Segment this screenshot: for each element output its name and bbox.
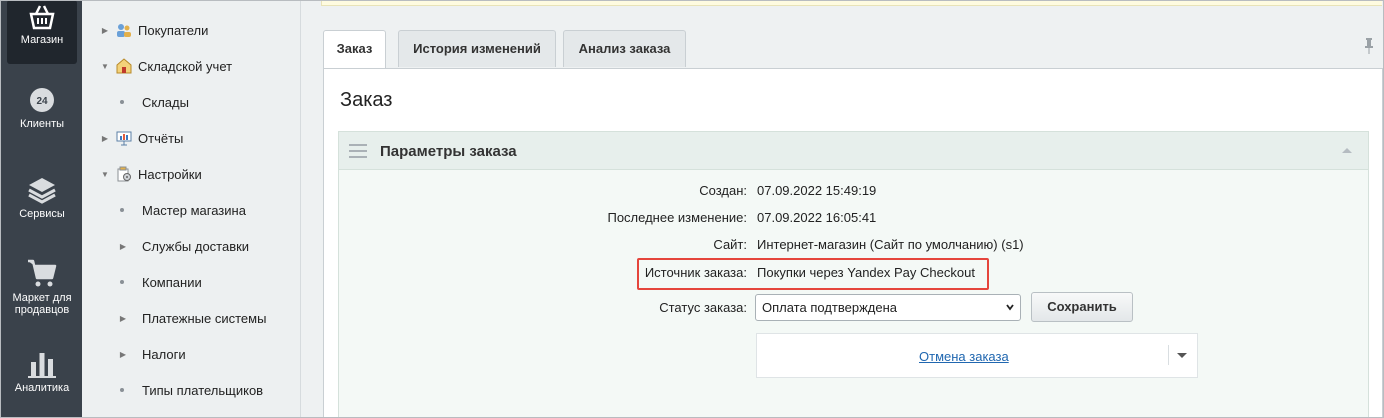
status-select-value: Оплата подтверждена: [762, 300, 897, 315]
notice-bar: [321, 0, 1382, 6]
tree-item-shop-wizard[interactable]: Мастер магазина: [82, 200, 301, 220]
cancel-order-link[interactable]: Отмена заказа: [919, 349, 1009, 364]
tab-analysis[interactable]: Анализ заказа: [563, 30, 686, 67]
rail-item-market[interactable]: Маркет для продавцов: [7, 258, 77, 322]
bullet-icon: [120, 208, 124, 212]
tree-item-customers[interactable]: ▶ Покупатели: [82, 20, 301, 40]
users-icon: [117, 24, 131, 37]
tree-item-delivery[interactable]: ▶ Службы доставки: [82, 236, 301, 256]
main-content: Заказ История изменений Анализ заказа За…: [301, 0, 1384, 418]
bullet-icon: [120, 280, 124, 284]
bullet-icon: [120, 100, 124, 104]
tree-item-settings[interactable]: ▼ Настройки: [82, 164, 301, 184]
page-title: Заказ: [340, 89, 393, 111]
source-value: Покупки через Yandex Pay Checkout: [757, 265, 975, 280]
clock-24-icon: 24: [30, 88, 54, 112]
tree-item-payer-types[interactable]: Типы плательщиков: [82, 380, 301, 400]
layers-icon: [28, 178, 56, 204]
tree-item-stores[interactable]: Склады: [82, 92, 301, 112]
tree-item-companies[interactable]: Компании: [82, 272, 301, 292]
report-icon: [116, 131, 132, 146]
order-params-section: Параметры заказа Создан: 07.09.2022 15:4…: [338, 131, 1369, 418]
created-value: 07.09.2022 15:49:19: [757, 183, 877, 198]
collapse-arrow-icon[interactable]: ▼: [100, 62, 110, 71]
rail-item-label: Сервисы: [19, 208, 65, 220]
order-panel: Заказ Параметры заказа Создан: 07.09.202…: [323, 68, 1383, 418]
bullet-icon: [120, 388, 124, 392]
tree-item-label: Покупатели: [138, 22, 209, 38]
cancel-order-box: Отмена заказа: [756, 333, 1198, 378]
tree-item-taxes[interactable]: ▶ Налоги: [82, 344, 301, 364]
rail-item-label: Аналитика: [14, 382, 70, 394]
divider: [1168, 345, 1169, 365]
tree-item-label: Мастер магазина: [142, 202, 246, 218]
section-header[interactable]: Параметры заказа: [339, 132, 1368, 170]
cart-icon: [28, 259, 57, 287]
main-nav-rail: Магазин 24 Клиенты Сервисы Маркет для пр…: [0, 0, 82, 418]
site-value: Интернет-магазин (Сайт по умолчанию) (s1…: [757, 237, 1024, 252]
status-select[interactable]: Оплата подтверждена: [755, 294, 1021, 321]
tree-item-label: Складской учет: [138, 58, 233, 74]
tab-history[interactable]: История изменений: [398, 30, 556, 67]
section-title: Параметры заказа: [380, 143, 517, 160]
modified-value: 07.09.2022 16:05:41: [757, 210, 877, 225]
rail-item-clients[interactable]: 24 Клиенты: [7, 86, 77, 138]
tree-item-label: Отчёты: [138, 130, 184, 146]
tab-label: История изменений: [413, 41, 541, 56]
expand-arrow-icon[interactable]: ▶: [100, 26, 110, 35]
tab-label: Анализ заказа: [578, 41, 671, 56]
tree-item-warehouse[interactable]: ▼ Складской учет: [82, 56, 301, 76]
site-label: Сайт:: [713, 237, 747, 252]
warehouse-icon: [116, 58, 132, 74]
drag-handle-icon[interactable]: [349, 144, 367, 158]
chevron-down-icon: [1006, 304, 1014, 311]
expand-arrow-icon[interactable]: ▶: [118, 242, 128, 251]
modified-label: Последнее изменение:: [607, 210, 747, 225]
tree-item-reports[interactable]: ▶ Отчёты: [82, 128, 301, 148]
rail-item-shop[interactable]: Магазин: [7, 0, 77, 64]
basket-icon: [29, 5, 55, 30]
settings-icon: [117, 166, 131, 182]
tree-item-label: Платежные системы: [142, 310, 267, 326]
dropdown-arrow-icon[interactable]: [1177, 353, 1187, 358]
expand-arrow-icon[interactable]: ▶: [118, 314, 128, 323]
expand-arrow-icon[interactable]: ▶: [100, 134, 110, 143]
collapse-arrow-icon[interactable]: ▼: [100, 170, 110, 179]
rail-item-services[interactable]: Сервисы: [7, 176, 77, 228]
save-button[interactable]: Сохранить: [1031, 292, 1133, 322]
tree-item-label: Налоги: [142, 346, 186, 362]
pin-icon[interactable]: [1364, 38, 1374, 54]
tab-order[interactable]: Заказ: [323, 30, 386, 69]
expand-arrow-icon[interactable]: ▶: [118, 350, 128, 359]
svg-text:24: 24: [36, 96, 48, 107]
tab-label: Заказ: [336, 41, 373, 56]
created-label: Создан:: [699, 183, 747, 198]
tree-item-label: Склады: [142, 94, 189, 110]
tree-item-label: Типы плательщиков: [142, 382, 264, 398]
rail-item-label: Маркет для продавцов: [12, 292, 72, 316]
rail-item-analytics[interactable]: Аналитика: [7, 350, 77, 402]
tree-item-label: Настройки: [138, 166, 202, 182]
tree-item-label: Компании: [142, 274, 202, 290]
rail-item-label: Клиенты: [19, 118, 65, 130]
collapse-icon[interactable]: [1342, 148, 1352, 153]
tree-item-payment-systems[interactable]: ▶ Платежные системы: [82, 308, 301, 328]
tree-item-label: Службы доставки: [142, 238, 250, 254]
bar-chart-icon: [28, 353, 56, 378]
menu-tree: ▶ Покупатели ▼ Складской учет Склады ▶ О…: [82, 0, 301, 418]
source-label: Источник заказа:: [644, 265, 747, 280]
rail-item-label: Магазин: [20, 34, 64, 46]
status-label: Статус заказа:: [659, 300, 747, 315]
